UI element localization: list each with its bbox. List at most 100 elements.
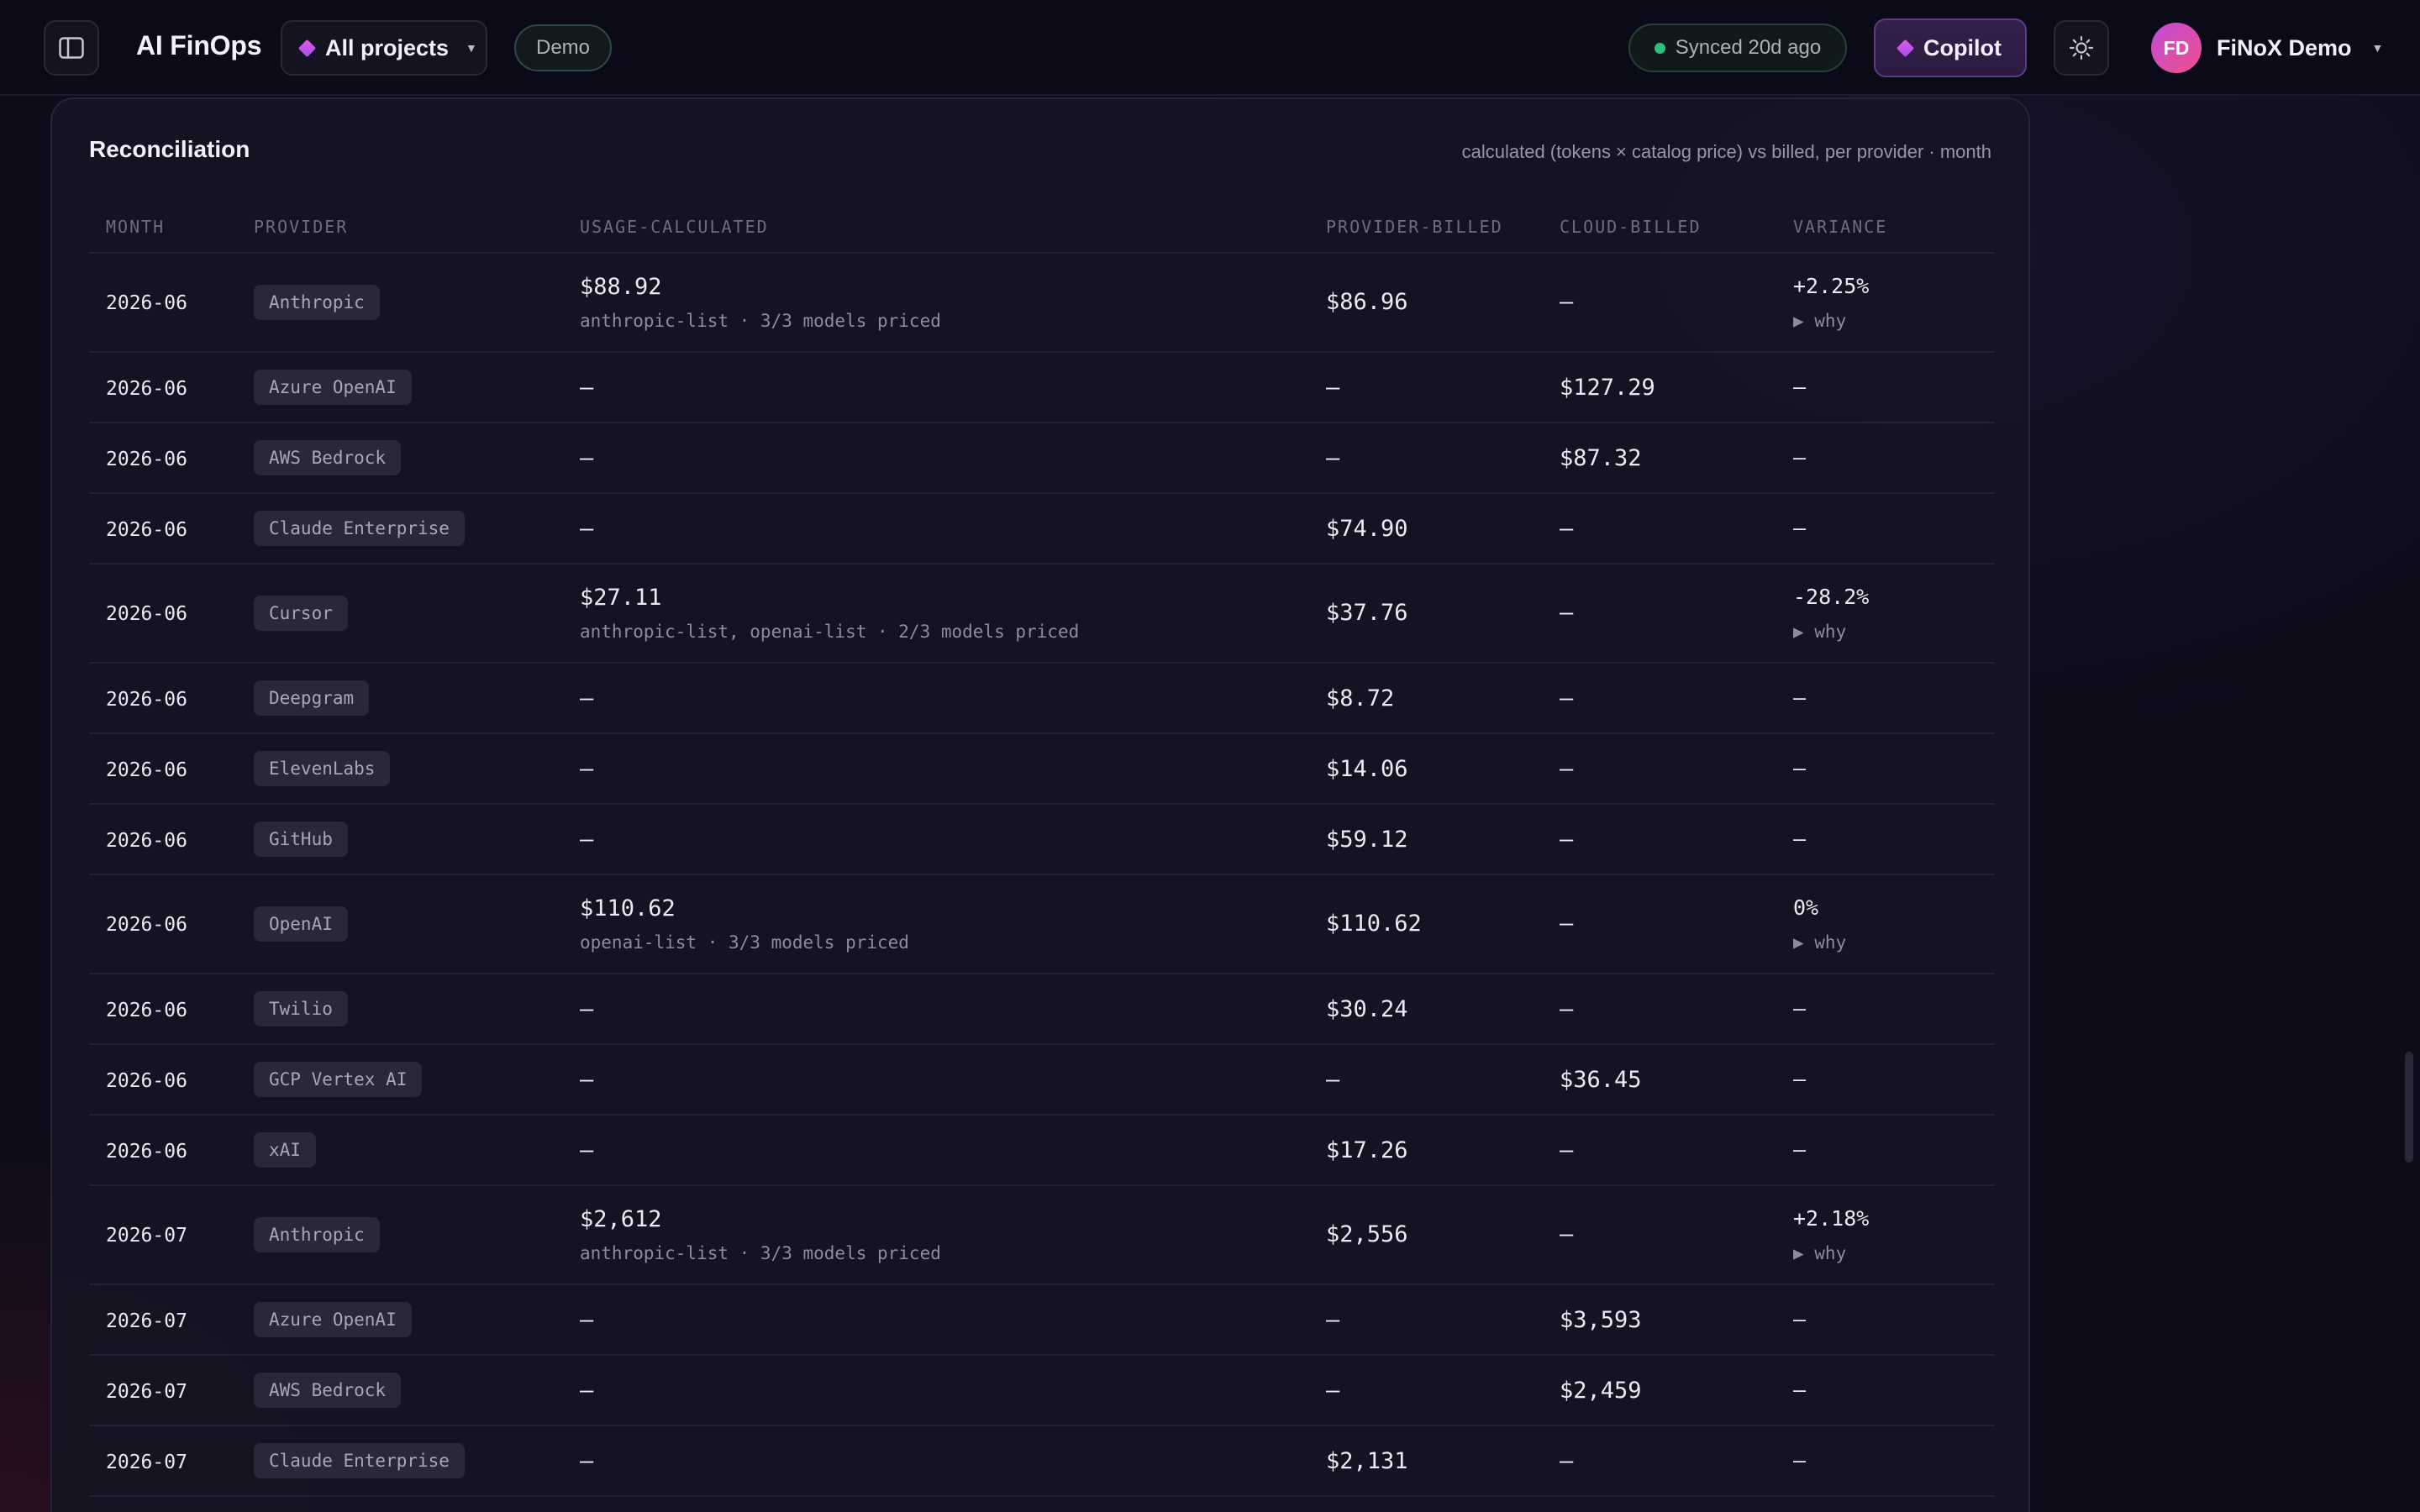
table-header: MONTH PROVIDER USAGE-CALCULATED PROVIDER… (89, 200, 1995, 254)
usage-calculated-cell: — (580, 516, 594, 542)
usage-calculated-cell: — (580, 1067, 594, 1093)
cloud-billed-cell: $127.29 (1560, 375, 1655, 401)
variance-cell: — (1793, 1378, 1807, 1402)
provider-tag: Anthropic (254, 285, 380, 320)
provider-tag: AWS Bedrock (254, 1373, 402, 1408)
cloud-billed-cell: $87.32 (1560, 445, 1642, 471)
variance-cell: — (1793, 1448, 1807, 1473)
table-row: 2026-06 OpenAI $110.62 $110.62 — 0% openai-lis… (89, 875, 1995, 974)
variance-why-toggle[interactable]: ▶ why (1793, 311, 1846, 331)
table-row: 2026-06 xAI — $17.26 — — (89, 1116, 1995, 1186)
month-cell: 2026-06 (106, 449, 187, 470)
app-title: AI FinOps (136, 30, 262, 60)
column-header-provider-billed: PROVIDER-BILLED (1326, 217, 1503, 237)
sidebar-panel-icon (59, 37, 84, 59)
cloud-billed-cell: — (1560, 911, 1574, 937)
cloud-billed-cell: — (1560, 600, 1574, 626)
usage-calculated-cell: $110.62 (580, 895, 676, 921)
month-cell: 2026-06 (106, 603, 187, 625)
usage-pricing-note: openai-list · 3/3 models priced (580, 932, 909, 953)
table-row: 2026-07 Claude Enterprise — $2,131 — — (89, 1426, 1995, 1497)
column-header-variance: VARIANCE (1793, 217, 1888, 237)
table-row: 2026-06 Cursor $27.11 $37.76 — -28.2% anthropi… (89, 564, 1995, 664)
usage-calculated-cell: — (580, 685, 594, 711)
reconciliation-card: Reconciliation calculated (tokens × cata… (50, 97, 2030, 1512)
copilot-button-label: Copilot (1923, 34, 2002, 60)
page-scrollbar[interactable] (2405, 1052, 2413, 1163)
sync-status-dot-icon (1654, 42, 1665, 54)
month-cell: 2026-07 (106, 1452, 187, 1473)
sidebar-toggle-button[interactable] (44, 20, 99, 76)
usage-pricing-note: anthropic-list, openai-list · 2/3 models… (580, 622, 1080, 642)
chevron-down-icon: ▼ (466, 41, 477, 55)
table-row: 2026-06 Deepgram — $8.72 — — (89, 664, 1995, 734)
provider-billed-cell: $74.90 (1326, 516, 1408, 542)
usage-calculated-cell: — (580, 375, 594, 401)
usage-calculated-cell: — (580, 827, 594, 853)
column-header-usage-calculated: USAGE-CALCULATED (580, 217, 769, 237)
cloud-billed-cell: — (1560, 1448, 1574, 1474)
sync-status-label: Synced 20d ago (1675, 36, 1822, 59)
provider-billed-cell: — (1326, 445, 1340, 471)
table-row: 2026-06 Azure OpenAI — — $127.29 — (89, 353, 1995, 423)
variance-cell: — (1793, 375, 1807, 399)
table-row: 2026-07 AWS Bedrock — — $2,459 — (89, 1356, 1995, 1426)
table-row: 2026-06 ElevenLabs — $14.06 — — (89, 734, 1995, 805)
usage-calculated-cell: $2,612 (580, 1206, 662, 1232)
top-bar: AI FinOps All projects ▼ Demo Synced 20d… (0, 0, 2420, 96)
cloud-billed-cell: — (1560, 685, 1574, 711)
project-selector[interactable]: All projects ▼ (281, 20, 487, 76)
provider-tag: Twilio (254, 991, 348, 1026)
user-name: FiNoX Demo (2217, 34, 2352, 60)
usage-calculated-cell: — (580, 445, 594, 471)
provider-tag: Deepgram (254, 680, 370, 716)
theme-toggle-button[interactable] (2054, 20, 2109, 76)
provider-tag: Anthropic (254, 1217, 380, 1252)
month-cell: 2026-06 (106, 519, 187, 541)
card-subtitle: calculated (tokens × catalog price) vs b… (1461, 141, 1991, 162)
user-menu[interactable]: FD FiNoX Demo ▼ (2151, 22, 2383, 74)
provider-tag: GCP Vertex AI (254, 1062, 423, 1097)
project-selector-label: All projects (325, 34, 450, 60)
month-cell: 2026-07 (106, 1225, 187, 1247)
provider-tag: OpenAI (254, 906, 348, 942)
column-header-month: MONTH (106, 217, 166, 237)
card-title: Reconciliation (89, 136, 250, 162)
variance-cell: +2.18% (1793, 1206, 1870, 1231)
month-cell: 2026-06 (106, 1141, 187, 1163)
variance-cell: -28.2% (1793, 585, 1870, 609)
usage-calculated-cell: — (580, 1448, 594, 1474)
provider-billed-cell: $2,131 (1326, 1448, 1408, 1474)
cloud-billed-cell: — (1560, 827, 1574, 853)
variance-cell: — (1793, 1307, 1807, 1331)
provider-billed-cell: $8.72 (1326, 685, 1395, 711)
month-cell: 2026-06 (106, 689, 187, 711)
month-cell: 2026-06 (106, 378, 187, 400)
provider-tag: Cursor (254, 596, 348, 631)
variance-cell: — (1793, 685, 1807, 710)
usage-calculated-cell: — (580, 1378, 594, 1404)
usage-calculated-cell: — (580, 756, 594, 782)
cloud-billed-cell: — (1560, 1137, 1574, 1163)
variance-why-toggle[interactable]: ▶ why (1793, 1243, 1846, 1263)
column-header-cloud-billed: CLOUD-BILLED (1560, 217, 1702, 237)
provider-tag: Azure OpenAI (254, 370, 412, 405)
cloud-billed-cell: $36.45 (1560, 1067, 1642, 1093)
copilot-button[interactable]: Copilot (1874, 18, 2027, 77)
table-row: 2026-06 Twilio — $30.24 — — (89, 974, 1995, 1045)
variance-cell: — (1793, 996, 1807, 1021)
month-cell: 2026-06 (106, 914, 187, 936)
provider-tag: Claude Enterprise (254, 1443, 465, 1478)
usage-calculated-cell: — (580, 996, 594, 1022)
variance-why-toggle[interactable]: ▶ why (1793, 622, 1846, 642)
table-row: 2026-06 Anthropic $88.92 $86.96 — +2.25% anthr… (89, 254, 1995, 353)
provider-tag: Claude Enterprise (254, 511, 465, 546)
cloud-billed-cell: — (1560, 1221, 1574, 1247)
provider-billed-cell: $86.96 (1326, 289, 1408, 315)
provider-billed-cell: — (1326, 1067, 1340, 1093)
usage-calculated-cell: — (580, 1307, 594, 1333)
provider-billed-cell: — (1326, 1307, 1340, 1333)
cloud-billed-cell: $2,459 (1560, 1378, 1642, 1404)
usage-pricing-note: anthropic-list · 3/3 models priced (580, 1243, 941, 1263)
variance-why-toggle[interactable]: ▶ why (1793, 932, 1846, 953)
